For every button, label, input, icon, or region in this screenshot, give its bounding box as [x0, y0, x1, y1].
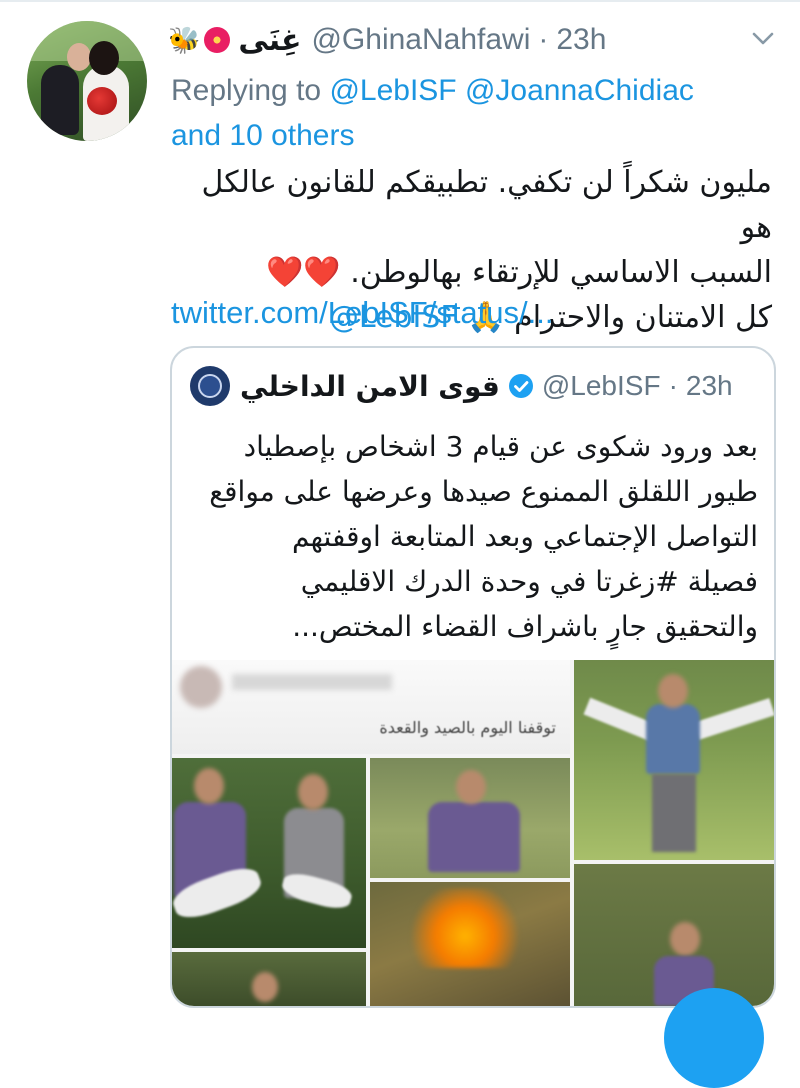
quoted-text-line: بعد ورود شكوى عن قيام 3 اشخاص بإصطياد [243, 430, 758, 463]
compose-fab-button[interactable] [664, 988, 764, 1088]
tweet-timestamp[interactable]: 23h [556, 23, 606, 57]
quoted-avatar[interactable] [190, 366, 230, 406]
tweet-header: 🐝 غِنَى @GhinaNahfawi · 23h [168, 18, 606, 62]
display-name[interactable]: غِنَى [238, 23, 301, 58]
quoted-display-name[interactable]: قوى الامن الداخلي [240, 370, 500, 403]
quoted-tweet-card[interactable]: قوى الامن الداخلي @LebISF · 23h بعد ورود… [170, 346, 776, 1008]
photo-tile [574, 660, 774, 860]
tweet-text-line: السبب الاساسي للإرتقاء بهالوطن. ❤️❤️ [266, 255, 772, 290]
photo-tile [172, 952, 366, 1006]
user-handle[interactable]: @GhinaNahfawi [311, 23, 530, 57]
quoted-timestamp[interactable]: 23h [686, 370, 733, 402]
quoted-tweet-header: قوى الامن الداخلي @LebISF · 23h [190, 364, 756, 408]
reply-mentions[interactable]: @LebISF @JoannaChidiac [329, 74, 693, 107]
image-caption: توقفنا اليوم بالصيد والقعدة [379, 718, 556, 737]
screenshot-tile: توقفنا اليوم بالصيد والقعدة [172, 660, 570, 754]
reply-prefix: Replying to [171, 74, 322, 107]
reply-context: Replying to @LebISF @JoannaChidiac and 1… [171, 68, 771, 158]
reply-others-link[interactable]: and 10 others [171, 119, 354, 152]
quoted-text-line: فصيلة #زغرتا في وحدة الدرك الاقليمي [300, 565, 758, 598]
quoted-text-line: التواصل الإجتماعي وبعد المتابعة اوقفتهم [291, 520, 758, 553]
verified-badge-icon [508, 374, 533, 398]
photo-tile [370, 882, 570, 1006]
photo-tile [172, 758, 366, 948]
chevron-down-icon[interactable] [748, 26, 778, 52]
quoted-handle[interactable]: @LebISF [542, 370, 661, 402]
top-divider [0, 0, 800, 2]
photo-tile [574, 864, 774, 1006]
status-link[interactable]: twitter.com/LebISF/status/... [171, 290, 553, 335]
quoted-text-line: طيور اللقلق الممنوع صيدها وعرضها على موا… [209, 475, 758, 508]
user-avatar[interactable] [27, 21, 147, 141]
quoted-media-image[interactable]: توقفنا اليوم بالصيد والقعدة [172, 660, 774, 1006]
quoted-separator: · [668, 370, 678, 401]
quoted-text-line: والتحقيق جارٍ باشراف القضاء المختص... [292, 610, 758, 643]
meta-separator: · [538, 23, 549, 56]
emblem-icon [198, 374, 222, 398]
photo-tile [370, 758, 570, 878]
bee-icon: 🐝 [168, 25, 201, 55]
quoted-tweet-text: بعد ورود شكوى عن قيام 3 اشخاص بإصطياد طي… [188, 424, 758, 649]
tweet-text-line: مليون شكراً لن تكفي. تطبيقكم للقانون عال… [201, 165, 772, 245]
flower-icon [204, 27, 231, 53]
